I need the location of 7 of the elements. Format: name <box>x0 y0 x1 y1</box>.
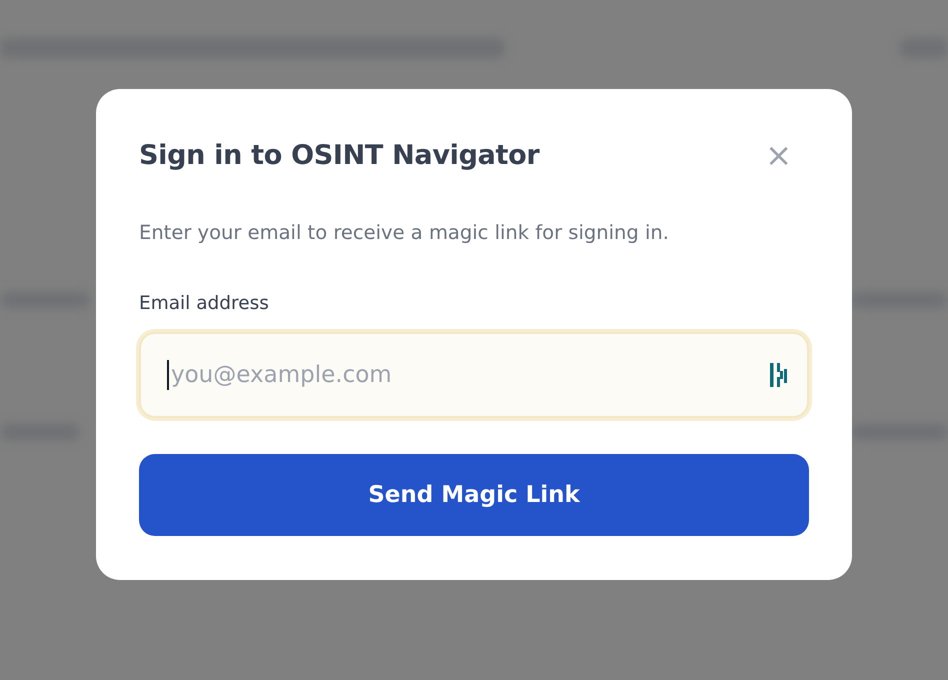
email-input-field[interactable]: you@example.com <box>139 332 809 418</box>
text-cursor <box>167 360 169 390</box>
field-label: Email address <box>139 293 270 314</box>
dialog-title: Sign in to OSINT Navigator <box>139 140 540 170</box>
password-manager-icon[interactable] <box>769 362 789 388</box>
send-magic-link-button[interactable]: Send Magic Link <box>139 454 809 536</box>
dialog-description: Enter your email to receive a magic link for signing in. <box>139 221 670 244</box>
